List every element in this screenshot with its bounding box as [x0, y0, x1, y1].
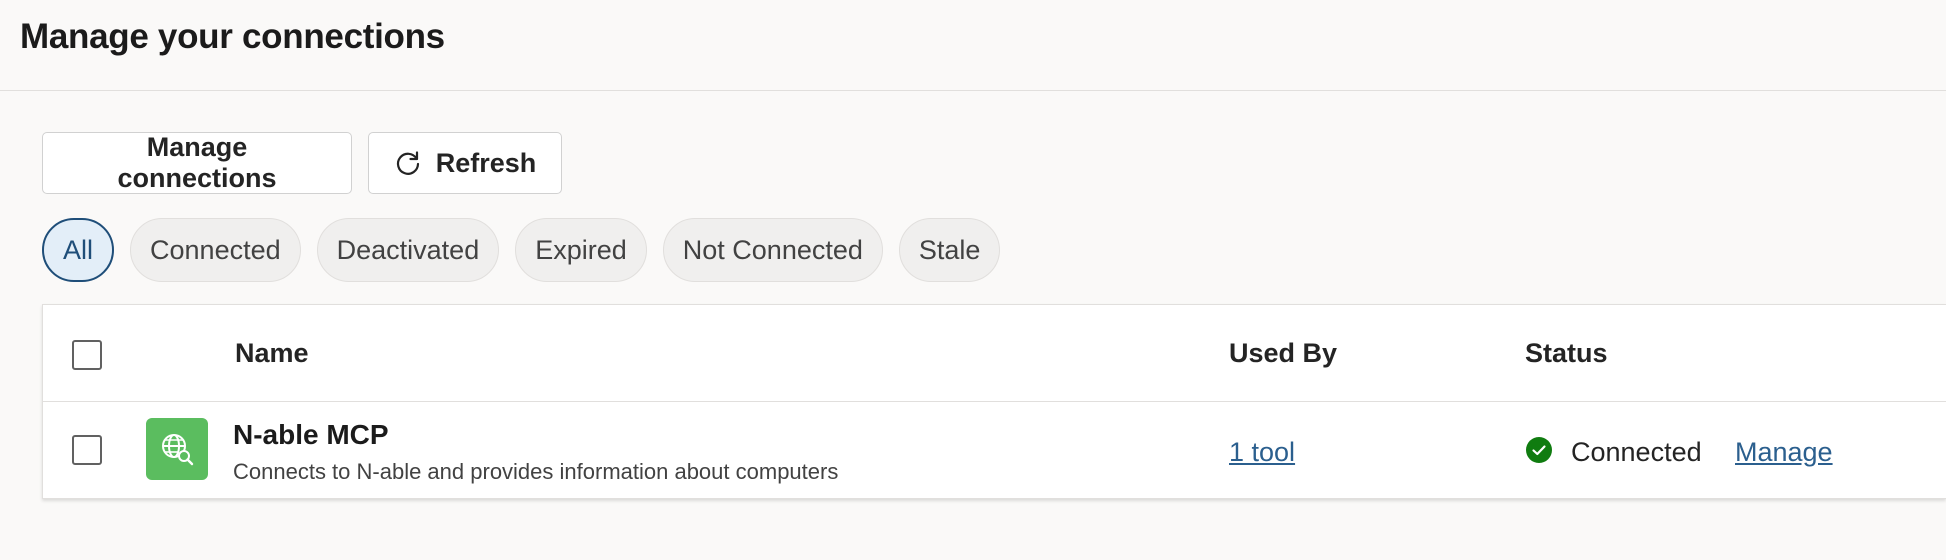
filter-not-connected[interactable]: Not Connected [662, 218, 883, 282]
manage-link[interactable]: Manage [1735, 434, 1833, 470]
column-header-used-by[interactable]: Used By [1229, 335, 1337, 371]
filter-deactivated[interactable]: Deactivated [316, 218, 500, 282]
manage-connections-label: Manage connections [117, 132, 277, 193]
check-circle-icon [1525, 436, 1553, 464]
filter-stale[interactable]: Stale [898, 218, 1001, 282]
manage-connections-button[interactable]: Manage connections [42, 132, 352, 194]
connection-name: N-able MCP [233, 419, 389, 450]
status-filter-tabs: All Connected Deactivated Expired Not Co… [42, 218, 1001, 282]
connections-table: Name Used By Status N-able MCP Connects … [42, 304, 1946, 499]
table-row[interactable]: N-able MCP Connects to N-able and provid… [43, 402, 1946, 499]
refresh-label: Refresh [435, 147, 537, 178]
filter-expired[interactable]: Expired [515, 218, 647, 282]
page-header: Manage your connections [0, 0, 1946, 91]
filter-connected[interactable]: Connected [130, 218, 301, 282]
toolbar: Manage connections Refresh [42, 132, 562, 194]
connection-description: Connects to N-able and provides informat… [233, 459, 839, 484]
page-title: Manage your connections [20, 17, 445, 56]
connections-page: Manage your connections Manage connectio… [0, 0, 1946, 560]
row-select-checkbox[interactable] [72, 435, 102, 465]
select-all-checkbox[interactable] [72, 340, 102, 370]
refresh-button[interactable]: Refresh [368, 132, 562, 194]
filter-all[interactable]: All [42, 218, 115, 282]
column-header-status[interactable]: Status [1525, 335, 1608, 371]
column-header-name[interactable]: Name [235, 335, 309, 371]
refresh-icon [394, 149, 422, 177]
status-text: Connected [1571, 437, 1702, 467]
used-by-link[interactable]: 1 tool [1229, 434, 1295, 470]
globe-search-icon [146, 418, 208, 480]
table-header: Name Used By Status [43, 305, 1946, 402]
